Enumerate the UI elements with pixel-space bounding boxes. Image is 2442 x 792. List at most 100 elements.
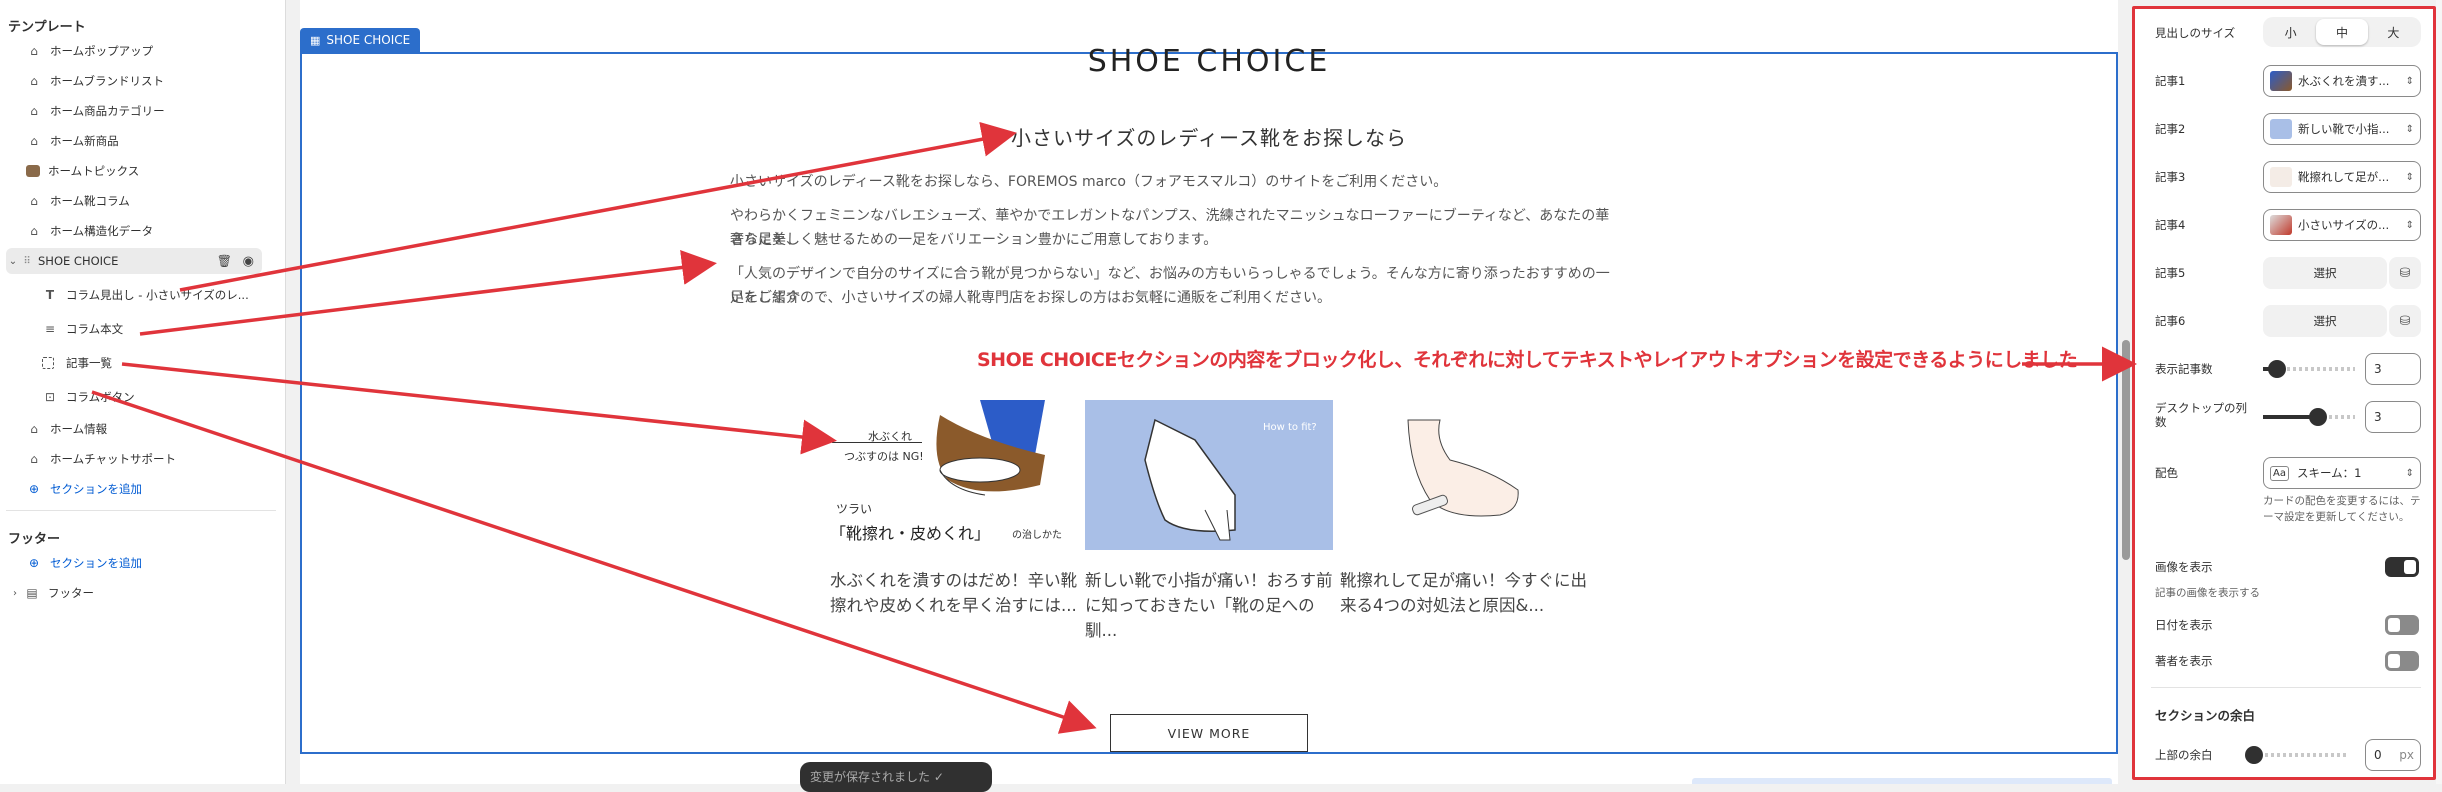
chevron-updown-icon: ⇕ <box>2405 219 2414 231</box>
display-count-label: 表示記事数 <box>2155 362 2213 376</box>
article-4-select[interactable]: 小さいサイズの... ⇕ <box>2263 209 2421 241</box>
column-paragraph: 小さいサイズのレディース靴をお探しなら、FOREMOS marco（フォアモスマ… <box>730 174 1448 190</box>
show-image-help: 記事の画像を表示する <box>2155 587 2260 599</box>
article-caption[interactable]: 新しい靴で小指が痛い！おろす前に知っておきたい「靴の足への馴... <box>1085 568 1333 643</box>
column-heading: 小さいサイズのレディース靴をお探しなら <box>1011 126 1407 150</box>
show-image-toggle[interactable] <box>2385 557 2419 577</box>
show-author-label: 著者を表示 <box>2155 654 2213 668</box>
text-icon: T <box>45 288 55 302</box>
heading-size-segmented[interactable]: 小 中 大 <box>2263 17 2421 47</box>
article-caption[interactable]: 水ぶくれを潰すのはだめ！辛い靴擦れや皮めくれを早く治すには... <box>830 568 1078 618</box>
sidebar-item-shoe-choice[interactable]: ⌄ ⠿ SHOE CHOICE 🗑 ◉ <box>6 248 262 274</box>
panel-scrollbar[interactable] <box>2436 0 2442 784</box>
preview-scrollbar[interactable] <box>2122 340 2130 560</box>
sidebar-item-footer[interactable]: › ▤ フッター <box>0 580 276 606</box>
view-more-button[interactable]: VIEW MORE <box>1110 714 1308 752</box>
chevron-right-icon[interactable]: › <box>10 585 20 601</box>
color-scheme-select[interactable]: Aa スキーム：1 ⇕ <box>2263 457 2421 489</box>
paragraph-icon: ≡ <box>44 322 56 336</box>
template-heading: テンプレート <box>8 20 86 35</box>
plus-circle-icon: ⊕ <box>28 556 40 570</box>
desktop-columns-input[interactable]: 3 <box>2365 401 2421 433</box>
database-icon[interactable]: ⛁ <box>2389 257 2421 289</box>
home-icon: ⌂ <box>30 104 38 118</box>
chevron-updown-icon: ⇕ <box>2405 75 2414 87</box>
collection-icon <box>42 357 54 369</box>
article-2-label: 記事2 <box>2155 122 2186 136</box>
annotation-note: SHOE CHOICEセクションの内容をブロック化し、それぞれに対してテキストや… <box>977 349 2078 371</box>
block-article-list[interactable]: 記事一覧 <box>0 350 276 376</box>
article-4-label: 記事4 <box>2155 218 2186 232</box>
top-margin-input[interactable]: 0 px <box>2365 739 2421 771</box>
desktop-columns-slider[interactable] <box>2263 408 2355 426</box>
column-paragraph: さらに美しく魅せるための一足をバリエーション豊かにご用意しております。 <box>730 232 1218 248</box>
article-card[interactable]: 靴擦れして足が痛い！今すぐに出来る4つの対処法と原因&... <box>1340 400 1588 618</box>
home-icon: ⌂ <box>30 224 38 238</box>
show-date-toggle[interactable] <box>2385 615 2419 635</box>
add-section-button[interactable]: ⊕ セクションを追加 <box>0 476 276 502</box>
sidebar-item-home-new-products[interactable]: ⌂ ホーム新商品 <box>0 128 276 154</box>
size-large-option[interactable]: 大 <box>2368 19 2419 45</box>
article-image[interactable]: How to fit? <box>1085 400 1333 550</box>
article-3-select[interactable]: 靴擦れして足が... ⇕ <box>2263 161 2421 193</box>
sidebar-item-home-structured-data[interactable]: ⌂ ホーム構造化データ <box>0 218 276 244</box>
drag-handle-icon[interactable]: ⠿ <box>22 253 32 269</box>
settings-panel: 見出しのサイズ 小 中 大 記事1 水ぶくれを潰す... ⇕ 記事2 新しい靴で小… <box>2132 6 2436 780</box>
color-scheme-help: カードの配色を変更するには、テーマ設定を更新してください。 <box>2263 495 2421 523</box>
heading-size-label: 見出しのサイズ <box>2155 26 2236 40</box>
image-thumb-icon <box>26 165 40 177</box>
article-5-select-button[interactable]: 選択 <box>2263 257 2387 289</box>
sidebar-item-home-info[interactable]: ⌂ ホーム情報 <box>0 416 276 442</box>
slider-knob[interactable] <box>2267 360 2286 378</box>
sidebar-item-home-category[interactable]: ⌂ ホーム商品カテゴリー <box>0 98 276 124</box>
slider-knob[interactable] <box>2245 746 2263 764</box>
trash-icon[interactable]: 🗑 <box>217 254 232 268</box>
sidebar-item-home-shoe-column[interactable]: ⌂ ホーム靴コラム <box>0 188 276 214</box>
saved-toast: 変更が保存されました ✓ <box>800 762 992 792</box>
show-image-label: 画像を表示 <box>2155 560 2213 574</box>
section-margin-heading: セクションの余白 <box>2155 708 2256 723</box>
article-thumb <box>2270 167 2292 187</box>
sidebar-item-home-popup[interactable]: ⌂ ホームポップアップ <box>0 38 276 64</box>
article-thumb <box>2270 71 2292 91</box>
plus-circle-icon: ⊕ <box>28 482 40 496</box>
article-card[interactable]: How to fit? 新しい靴で小指が痛い！おろす前に知っておきたい「靴の足へ… <box>1085 400 1333 643</box>
chevron-updown-icon: ⇕ <box>2405 123 2414 135</box>
button-icon: ⊡ <box>44 390 56 404</box>
block-column-heading[interactable]: T コラム見出し - 小さいサイズのレ... <box>0 282 276 308</box>
top-margin-label: 上部の余白 <box>2155 748 2213 762</box>
chevron-down-icon[interactable]: ⌄ <box>8 253 18 269</box>
article-image[interactable]: 水ぶくれ つぶすのは NG! ツラい 「靴擦れ・皮めくれ」 の治しかた <box>830 400 1078 550</box>
preview-canvas: ▦ SHOE CHOICE SHOE CHOICE 小さいサイズのレディース靴をお… <box>300 0 2130 784</box>
underline <box>832 442 922 443</box>
article-image[interactable] <box>1340 400 1588 550</box>
block-column-body[interactable]: ≡ コラム本文 <box>0 316 276 342</box>
article-caption[interactable]: 靴擦れして足が痛い！今すぐに出来る4つの対処法と原因&... <box>1340 568 1588 618</box>
display-count-input[interactable]: 3 <box>2365 353 2421 385</box>
sidebar-item-home-brand-list[interactable]: ⌂ ホームブランドリスト <box>0 68 276 94</box>
show-author-toggle[interactable] <box>2385 651 2419 671</box>
article-2-select[interactable]: 新しい靴で小指... ⇕ <box>2263 113 2421 145</box>
home-icon: ⌂ <box>30 44 38 58</box>
size-medium-option[interactable]: 中 <box>2316 19 2368 45</box>
article-1-select[interactable]: 水ぶくれを潰す... ⇕ <box>2263 65 2421 97</box>
size-small-option[interactable]: 小 <box>2265 19 2316 45</box>
database-icon[interactable]: ⛁ <box>2389 305 2421 337</box>
article-6-select-button[interactable]: 選択 <box>2263 305 2387 337</box>
eye-icon[interactable]: ◉ <box>243 254 254 269</box>
divider <box>6 510 276 511</box>
article-thumb <box>2270 215 2292 235</box>
block-column-button[interactable]: ⊡ コラムボタン <box>0 384 276 410</box>
home-icon: ⌂ <box>30 74 38 88</box>
article-card[interactable]: 水ぶくれ つぶすのは NG! ツラい 「靴擦れ・皮めくれ」 の治しかた 水ぶくれ… <box>830 400 1078 618</box>
article-6-label: 記事6 <box>2155 314 2186 328</box>
top-margin-slider[interactable] <box>2245 746 2347 764</box>
column-paragraph: いたしますので、小さいサイズの婦人靴専門店をお探しの方はお気軽に通販をご利用くだ… <box>730 290 1332 306</box>
footer-add-section-button[interactable]: ⊕ セクションを追加 <box>0 550 276 576</box>
slider-knob[interactable] <box>2309 408 2328 426</box>
sidebar-item-home-topics[interactable]: ホームトピックス <box>0 158 276 184</box>
footer-heading: フッター <box>8 532 61 547</box>
page-title: SHOE CHOICE <box>1087 44 1331 79</box>
display-count-slider[interactable] <box>2263 360 2355 378</box>
sidebar-item-home-chat-support[interactable]: ⌂ ホームチャットサポート <box>0 446 276 472</box>
